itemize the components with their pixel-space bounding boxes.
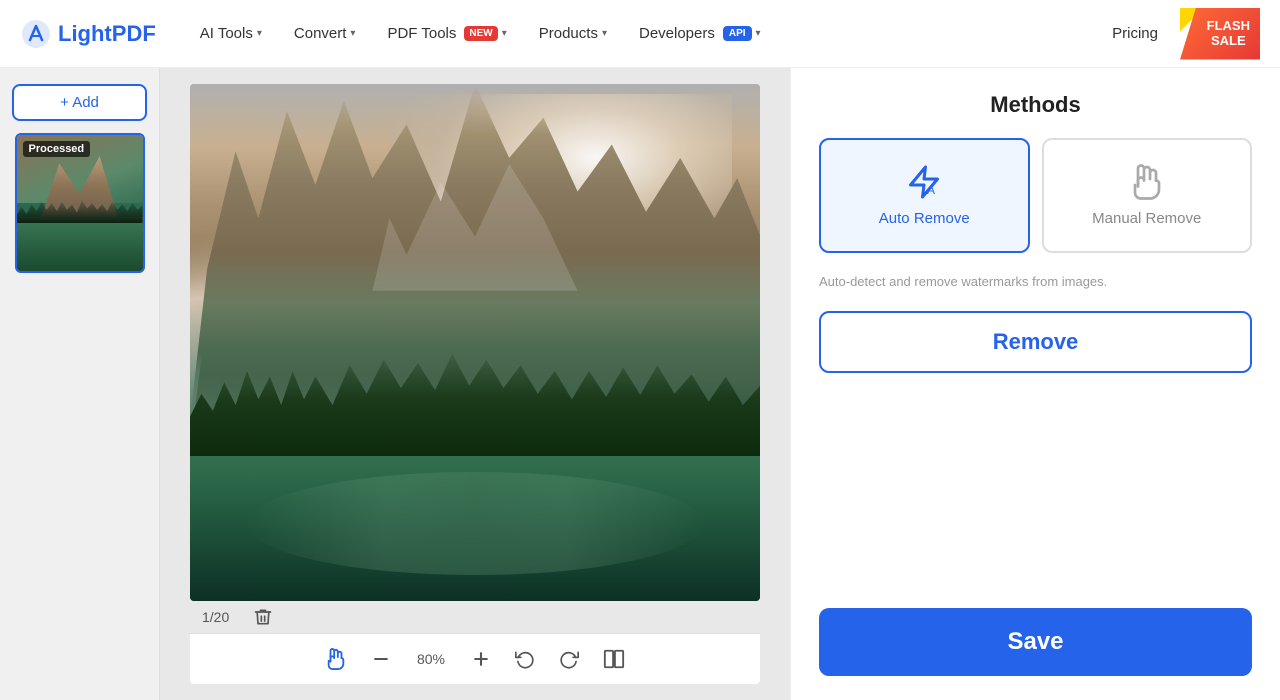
svg-text:A: A bbox=[927, 183, 935, 197]
main-content: + Add Processed bbox=[0, 68, 1280, 700]
trash-icon bbox=[253, 607, 273, 627]
image-toolbar: 80% bbox=[190, 633, 760, 684]
panel-title: Methods bbox=[819, 92, 1252, 118]
methods-grid: A Auto Remove Manual Remove bbox=[819, 138, 1252, 253]
logo-text: LightPDF bbox=[58, 21, 156, 47]
flash-sale-text: FLASH SALE bbox=[1207, 19, 1254, 48]
nav-item-developers[interactable]: Developers API ▾ bbox=[625, 17, 775, 50]
save-button[interactable]: Save bbox=[819, 608, 1252, 676]
hand-icon bbox=[325, 648, 347, 670]
hand-tool-button[interactable] bbox=[321, 644, 351, 674]
chevron-down-icon: ▾ bbox=[350, 28, 355, 39]
nav-item-ai-tools[interactable]: AI Tools ▾ bbox=[186, 17, 276, 50]
processed-badge: Processed bbox=[23, 141, 91, 157]
redo-button[interactable] bbox=[555, 645, 583, 673]
main-nav: AI Tools ▾ Convert ▾ PDF Tools NEW ▾ Pro… bbox=[186, 17, 1098, 50]
chevron-down-icon: ▾ bbox=[257, 28, 262, 39]
add-button[interactable]: + Add bbox=[12, 84, 147, 121]
canvas-area: 1/20 80% bbox=[160, 68, 790, 700]
zoom-out-button[interactable] bbox=[367, 645, 395, 673]
remove-button[interactable]: Remove bbox=[819, 311, 1252, 373]
method-description: Auto-detect and remove watermarks from i… bbox=[819, 273, 1252, 291]
new-badge: NEW bbox=[464, 26, 497, 41]
auto-remove-card[interactable]: A Auto Remove bbox=[819, 138, 1030, 253]
nav-item-pdf-tools[interactable]: PDF Tools NEW ▾ bbox=[373, 17, 520, 50]
minus-icon bbox=[371, 649, 391, 669]
nav-item-convert[interactable]: Convert ▾ bbox=[280, 17, 370, 50]
zoom-in-button[interactable] bbox=[467, 645, 495, 673]
page-counter: 1/20 bbox=[190, 601, 241, 633]
chevron-down-icon: ▾ bbox=[502, 28, 507, 39]
flash-sale-banner[interactable]: FLASH SALE bbox=[1180, 8, 1260, 60]
chevron-down-icon: ▾ bbox=[756, 28, 761, 39]
chevron-down-icon: ▾ bbox=[602, 28, 607, 39]
manual-remove-label: Manual Remove bbox=[1092, 210, 1201, 227]
manual-remove-icon bbox=[1129, 164, 1165, 200]
main-image bbox=[190, 84, 760, 601]
compare-button[interactable] bbox=[599, 644, 629, 674]
nav-item-pricing[interactable]: Pricing bbox=[1098, 17, 1172, 50]
header: LightPDF AI Tools ▾ Convert ▾ PDF Tools … bbox=[0, 0, 1280, 68]
logo-icon bbox=[20, 18, 52, 50]
spacer bbox=[819, 393, 1252, 588]
undo-button[interactable] bbox=[511, 645, 539, 673]
thumbnail-item[interactable]: Processed bbox=[15, 133, 145, 273]
zoom-level: 80% bbox=[411, 651, 451, 667]
auto-remove-label: Auto Remove bbox=[879, 210, 970, 227]
right-panel: Methods A Auto Remove bbox=[790, 68, 1280, 700]
undo-icon bbox=[515, 649, 535, 669]
manual-remove-card[interactable]: Manual Remove bbox=[1042, 138, 1253, 253]
redo-icon bbox=[559, 649, 579, 669]
sidebar: + Add Processed bbox=[0, 68, 160, 700]
compare-icon bbox=[603, 648, 625, 670]
api-badge: API bbox=[723, 26, 752, 41]
main-image-container bbox=[190, 84, 760, 601]
auto-remove-icon: A bbox=[906, 164, 942, 200]
plus-icon bbox=[471, 649, 491, 669]
trash-button[interactable] bbox=[249, 603, 277, 631]
logo[interactable]: LightPDF bbox=[20, 18, 156, 50]
nav-item-products[interactable]: Products ▾ bbox=[525, 17, 621, 50]
